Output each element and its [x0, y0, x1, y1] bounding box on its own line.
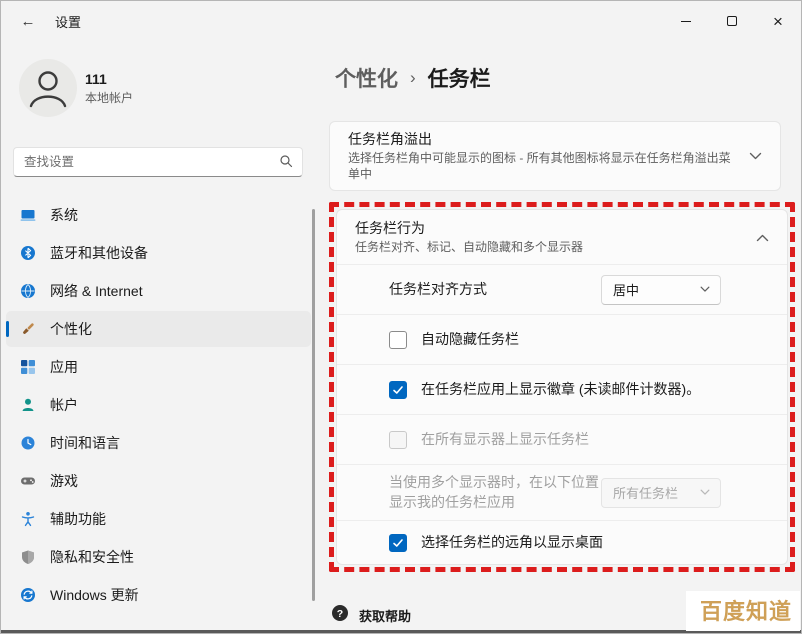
system-icon — [20, 207, 36, 223]
sidebar-item-bluetooth-devices[interactable]: 蓝牙和其他设备 — [6, 235, 311, 271]
all-displays-checkbox[interactable] — [389, 431, 407, 449]
row-show-on-all-displays: 在所有显示器上显示任务栏 — [337, 414, 787, 464]
svg-text:?: ? — [337, 608, 343, 620]
chevron-up-icon[interactable] — [756, 233, 769, 242]
sidebar: 111 本地帐户 系统 — [1, 41, 317, 634]
user-account[interactable]: 111 本地帐户 — [19, 59, 317, 117]
maximize-button[interactable] — [709, 1, 755, 41]
check-icon — [392, 384, 404, 396]
taskbar-behaviors-header[interactable]: 任务栏行为 任务栏对齐、标记、自动隐藏和多个显示器 — [337, 210, 787, 264]
help-label: 获取帮助 — [359, 606, 411, 625]
sidebar-item-apps[interactable]: 应用 — [6, 349, 311, 385]
person-icon — [20, 60, 76, 116]
sidebar-item-label: 蓝牙和其他设备 — [50, 243, 148, 263]
row-label: 在所有显示器上显示任务栏 — [421, 430, 589, 450]
titlebar: ← 设置 × — [1, 1, 801, 41]
row-label: 选择任务栏的远角以显示桌面 — [421, 533, 603, 553]
maximize-icon — [727, 16, 737, 26]
dropdown-value: 居中 — [613, 280, 639, 299]
close-icon: × — [773, 13, 783, 30]
search-input[interactable] — [13, 147, 303, 177]
far-corner-checkbox[interactable] — [389, 534, 407, 552]
user-name: 111 — [85, 71, 133, 87]
show-badges-checkbox[interactable] — [389, 381, 407, 399]
bluetooth-icon — [20, 245, 36, 261]
sidebar-item-label: 游戏 — [50, 471, 78, 491]
main-content: 个性化 › 任务栏 任务栏角溢出 选择任务栏角中可能显示的图标 - 所有其他图标… — [317, 41, 802, 634]
card-title: 任务栏角溢出 — [348, 130, 733, 148]
row-show-badges: 在任务栏应用上显示徽章 (未读邮件计数器)。 — [337, 364, 787, 414]
sidebar-item-personalization[interactable]: 个性化 — [6, 311, 311, 347]
sidebar-scrollbar[interactable] — [312, 209, 315, 601]
back-icon: ← — [21, 13, 36, 30]
settings-window: ← 设置 × 111 本地帐户 — [0, 0, 802, 634]
windows-update-icon — [20, 587, 36, 603]
chevron-down-icon[interactable] — [749, 152, 762, 161]
search-icon — [279, 154, 294, 174]
accounts-icon — [20, 397, 36, 413]
breadcrumb: 个性化 › 任务栏 — [335, 63, 795, 93]
taskbar-corner-overflow-card[interactable]: 任务栏角溢出 选择任务栏角中可能显示的图标 - 所有其他图标将显示在任务栏角溢出… — [329, 121, 781, 191]
minimize-button[interactable] — [663, 1, 709, 41]
row-taskbar-alignment: 任务栏对齐方式 居中 — [337, 264, 787, 314]
row-label: 当使用多个显示器时，在以下位置显示我的任务栏应用 — [389, 473, 601, 512]
row-label: 在任务栏应用上显示徽章 (未读邮件计数器)。 — [421, 380, 700, 400]
sidebar-item-label: 应用 — [50, 357, 78, 377]
breadcrumb-separator: › — [410, 68, 416, 88]
sidebar-item-privacy-security[interactable]: 隐私和安全性 — [6, 539, 311, 575]
row-far-corner-show-desktop: 选择任务栏的远角以显示桌面 — [337, 520, 787, 564]
sidebar-item-accounts[interactable]: 帐户 — [6, 387, 311, 423]
row-auto-hide-taskbar: 自动隐藏任务栏 — [337, 314, 787, 364]
sidebar-item-network[interactable]: 网络 & Internet — [6, 273, 311, 309]
close-button[interactable]: × — [755, 1, 801, 41]
help-icon: ? — [331, 604, 349, 627]
avatar — [19, 59, 77, 117]
apps-icon — [20, 359, 36, 375]
sidebar-item-label: 网络 & Internet — [50, 281, 143, 301]
section-title: 任务栏行为 — [355, 219, 740, 237]
minimize-icon — [681, 21, 691, 22]
dropdown-value: 所有任务栏 — [613, 483, 678, 502]
sidebar-item-label: 隐私和安全性 — [50, 547, 134, 567]
privacy-icon — [20, 549, 36, 565]
highlight-dashed-border: 任务栏行为 任务栏对齐、标记、自动隐藏和多个显示器 任务栏对齐方式 居中 — [329, 202, 795, 572]
chevron-down-icon — [700, 286, 710, 293]
alignment-dropdown[interactable]: 居中 — [601, 275, 721, 305]
row-multi-display-taskbar-apps: 当使用多个显示器时，在以下位置显示我的任务栏应用 所有任务栏 — [337, 464, 787, 520]
multi-display-dropdown[interactable]: 所有任务栏 — [601, 478, 721, 508]
check-icon — [392, 537, 404, 549]
time-language-icon — [20, 435, 36, 451]
sidebar-item-accessibility[interactable]: 辅助功能 — [6, 501, 311, 537]
accessibility-icon — [20, 511, 36, 527]
chevron-down-icon — [700, 489, 710, 496]
card-subtitle: 选择任务栏角中可能显示的图标 - 所有其他图标将显示在任务栏角溢出菜单中 — [348, 150, 733, 182]
sidebar-item-label: 帐户 — [50, 395, 78, 415]
sidebar-nav: 系统 蓝牙和其他设备 网络 & Internet — [6, 197, 311, 613]
sidebar-item-windows-update[interactable]: Windows 更新 — [6, 577, 311, 613]
get-help-link[interactable]: ? 获取帮助 — [331, 604, 411, 627]
breadcrumb-parent[interactable]: 个性化 — [335, 63, 398, 93]
window-controls: × — [663, 1, 801, 41]
sidebar-item-system[interactable]: 系统 — [6, 197, 311, 233]
row-label: 任务栏对齐方式 — [389, 280, 487, 300]
sidebar-item-gaming[interactable]: 游戏 — [6, 463, 311, 499]
sidebar-item-label: 系统 — [50, 205, 78, 225]
watermark: 百度知道 — [686, 591, 800, 631]
user-type: 本地帐户 — [85, 89, 133, 106]
sidebar-item-label: Windows 更新 — [50, 585, 139, 605]
row-label: 自动隐藏任务栏 — [421, 330, 519, 350]
auto-hide-checkbox[interactable] — [389, 331, 407, 349]
section-subtitle: 任务栏对齐、标记、自动隐藏和多个显示器 — [355, 239, 740, 255]
sidebar-item-label: 时间和语言 — [50, 433, 120, 453]
page-title: 任务栏 — [428, 63, 491, 93]
sidebar-item-label: 辅助功能 — [50, 509, 106, 529]
network-icon — [20, 283, 36, 299]
window-title: 设置 — [55, 12, 81, 31]
taskbar-behaviors-section: 任务栏行为 任务栏对齐、标记、自动隐藏和多个显示器 任务栏对齐方式 居中 — [336, 209, 788, 565]
back-button[interactable]: ← — [9, 4, 47, 38]
sidebar-item-time-language[interactable]: 时间和语言 — [6, 425, 311, 461]
personalization-icon — [20, 321, 36, 337]
sidebar-item-label: 个性化 — [50, 319, 92, 339]
gaming-icon — [20, 473, 36, 489]
